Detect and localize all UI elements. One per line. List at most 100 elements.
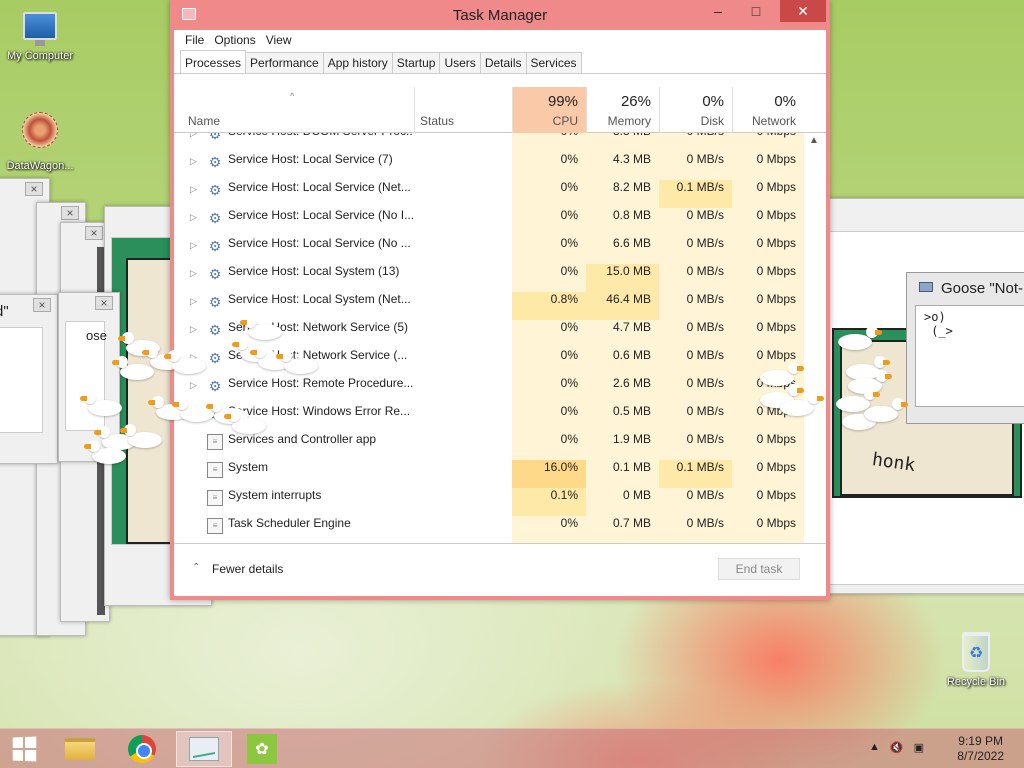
- maximize-button[interactable]: □: [742, 0, 770, 22]
- process-row[interactable]: ≡ System 16.0% 0.1 MB 0.1 MB/s 0 Mbps: [174, 460, 804, 488]
- process-net-cell: 0 Mbps: [732, 460, 804, 488]
- fewer-details-link[interactable]: Fewer details: [212, 562, 283, 576]
- taskbar-file-explorer[interactable]: [52, 731, 108, 767]
- close-icon[interactable]: ×: [95, 296, 113, 310]
- start-button[interactable]: [0, 731, 48, 767]
- goose-sprite[interactable]: [864, 398, 908, 422]
- footer: ⌃ Fewer details End task: [174, 543, 826, 596]
- process-cpu-cell: 0.1%: [512, 488, 586, 516]
- menu-view[interactable]: View: [261, 33, 297, 52]
- desktop-icon-datawagon[interactable]: DataWagon...: [0, 112, 80, 172]
- goose-sprite[interactable]: [780, 392, 824, 416]
- process-row[interactable]: ≡ Task Scheduler Engine 0% 0.7 MB 0 MB/s 0 Mb…: [174, 516, 804, 543]
- expand-arrow-icon[interactable]: ▷: [190, 240, 197, 251]
- tab-startup[interactable]: Startup: [391, 52, 441, 73]
- service-gear-icon: ⚙: [208, 322, 222, 338]
- tab-users[interactable]: Users: [439, 52, 481, 73]
- expand-arrow-icon[interactable]: ▷: [190, 324, 197, 335]
- end-task-button[interactable]: End task: [718, 558, 800, 580]
- tab-details[interactable]: Details: [479, 52, 527, 73]
- minimize-button[interactable]: –: [704, 0, 732, 22]
- clock[interactable]: 9:19 PM 8/7/2022: [957, 734, 1004, 764]
- close-icon[interactable]: ×: [85, 226, 103, 240]
- title-bar[interactable]: Task Manager – □ ✕: [174, 0, 826, 30]
- goose-notepad-window[interactable]: Goose "Not- >o) (_>: [906, 272, 1024, 424]
- tab-app-history[interactable]: App history: [322, 52, 393, 73]
- goose-icon: ✿: [247, 734, 277, 764]
- taskbar-task-manager[interactable]: [176, 731, 232, 767]
- process-disk-cell: 0 MB/s: [659, 432, 732, 460]
- column-header-row: ^ Name Status 99% CPU 26% Memory 0% Disk…: [174, 87, 826, 133]
- expand-arrow-icon[interactable]: ▷: [190, 296, 197, 307]
- expand-arrow-icon[interactable]: ▷: [190, 133, 197, 139]
- show-hidden-icons-icon[interactable]: ▲: [869, 741, 880, 754]
- column-cpu[interactable]: 99% CPU: [512, 87, 586, 133]
- process-cpu-cell: 0%: [512, 516, 586, 543]
- process-cpu-cell: 0%: [512, 236, 586, 264]
- goose-note-window[interactable]: × d": [0, 294, 58, 464]
- scroll-up-icon[interactable]: ▲: [809, 135, 819, 146]
- column-memory[interactable]: 26% Memory: [586, 87, 659, 133]
- expand-arrow-icon[interactable]: ▷: [190, 212, 197, 223]
- taskbar-goose[interactable]: ✿: [234, 731, 290, 767]
- close-button[interactable]: ✕: [780, 0, 826, 22]
- process-row[interactable]: ▷ ⚙ Service Host: Remote Procedure... 0% 2.6…: [174, 376, 804, 404]
- process-row[interactable]: ▷ ⚙ Service Host: Local Service (No I... 0%…: [174, 208, 804, 236]
- goose-sprite[interactable]: [276, 350, 320, 374]
- note-text-area[interactable]: [0, 327, 43, 433]
- task-manager-window[interactable]: Task Manager – □ ✕ File Options View Pro…: [170, 0, 830, 600]
- process-net-cell: 0 Mbps: [732, 432, 804, 460]
- goose-sprite[interactable]: [84, 440, 128, 464]
- tab-services[interactable]: Services: [525, 52, 582, 73]
- goose-sprite[interactable]: [224, 410, 268, 434]
- column-network[interactable]: 0% Network: [732, 87, 804, 133]
- column-disk[interactable]: 0% Disk: [659, 87, 732, 133]
- process-mem-cell: 0.8 MB: [586, 208, 659, 236]
- process-mem-cell: 0.1 MB: [586, 460, 659, 488]
- close-icon[interactable]: ×: [25, 182, 43, 196]
- process-name: Service Host: Local Service (Net...: [228, 180, 411, 194]
- tab-performance[interactable]: Performance: [245, 52, 324, 73]
- close-icon[interactable]: ×: [61, 206, 79, 220]
- expand-arrow-icon[interactable]: ▷: [190, 156, 197, 167]
- network-icon[interactable]: ▣: [914, 741, 924, 754]
- process-row[interactable]: ≡ Services and Controller app 0% 1.9 MB 0 MB…: [174, 432, 804, 460]
- taskbar-chrome[interactable]: [114, 731, 170, 767]
- process-icon: ≡: [207, 490, 223, 506]
- process-name: Service Host: DCOM Server Proc...: [228, 133, 413, 138]
- desktop-icon-recycle-bin[interactable]: ♻ Recycle Bin: [936, 632, 1016, 688]
- expand-arrow-icon[interactable]: ▷: [190, 184, 197, 195]
- goose-sprite[interactable]: [240, 316, 284, 340]
- process-icon: ≡: [207, 434, 223, 450]
- service-gear-icon: ⚙: [208, 154, 222, 170]
- expand-arrow-icon[interactable]: ▷: [190, 268, 197, 279]
- goose-sprite[interactable]: [164, 350, 208, 374]
- process-row[interactable]: ≡ System interrupts 0.1% 0 MB 0 MB/s 0 Mbps: [174, 488, 804, 516]
- tab-processes[interactable]: Processes: [180, 50, 247, 73]
- column-name[interactable]: Name: [184, 87, 414, 133]
- goose-ascii-text[interactable]: >o) (_>: [915, 305, 1024, 407]
- goose-window-title: Goose "Not-: [941, 280, 1024, 297]
- process-row[interactable]: ▷ ⚙ Service Host: Local System (13) 0% 15.0 …: [174, 264, 804, 292]
- process-cpu-cell: 16.0%: [512, 460, 586, 488]
- column-status[interactable]: Status: [414, 87, 512, 133]
- process-row[interactable]: ▷⚙Service Host: Windows Error Re...0%0.5…: [174, 404, 804, 432]
- desktop-icon-my-computer[interactable]: My Computer: [0, 12, 80, 62]
- cpu-total: 99%: [547, 93, 578, 110]
- process-row[interactable]: ▷ ⚙ Service Host: Local Service (No ... 0% 6…: [174, 236, 804, 264]
- goose-sprite[interactable]: [838, 326, 882, 350]
- process-row[interactable]: ▷ ⚙ Service Host: Local Service (7) 0% 4.3 M…: [174, 152, 804, 180]
- goose-sprite[interactable]: [80, 392, 124, 416]
- volume-muted-icon[interactable]: 🔇: [890, 741, 904, 754]
- process-row[interactable]: ▷ ⚙ Service Host: DCOM Server Proc... 0%3.3…: [174, 133, 804, 152]
- process-cpu-cell: 0%: [512, 180, 586, 208]
- menu-bar: File Options View: [174, 30, 826, 52]
- expand-arrow-icon[interactable]: ▷: [190, 380, 197, 391]
- scrollbar[interactable]: ▲: [804, 133, 826, 543]
- goose-sprite[interactable]: [112, 356, 156, 380]
- close-icon[interactable]: ×: [33, 298, 51, 312]
- chevron-up-icon[interactable]: ⌃: [192, 562, 200, 573]
- process-net-cell: 0 Mbps: [732, 133, 804, 152]
- goose-sprite[interactable]: [760, 362, 804, 386]
- process-row[interactable]: ▷ ⚙ Service Host: Local Service (Net... 0% 8…: [174, 180, 804, 208]
